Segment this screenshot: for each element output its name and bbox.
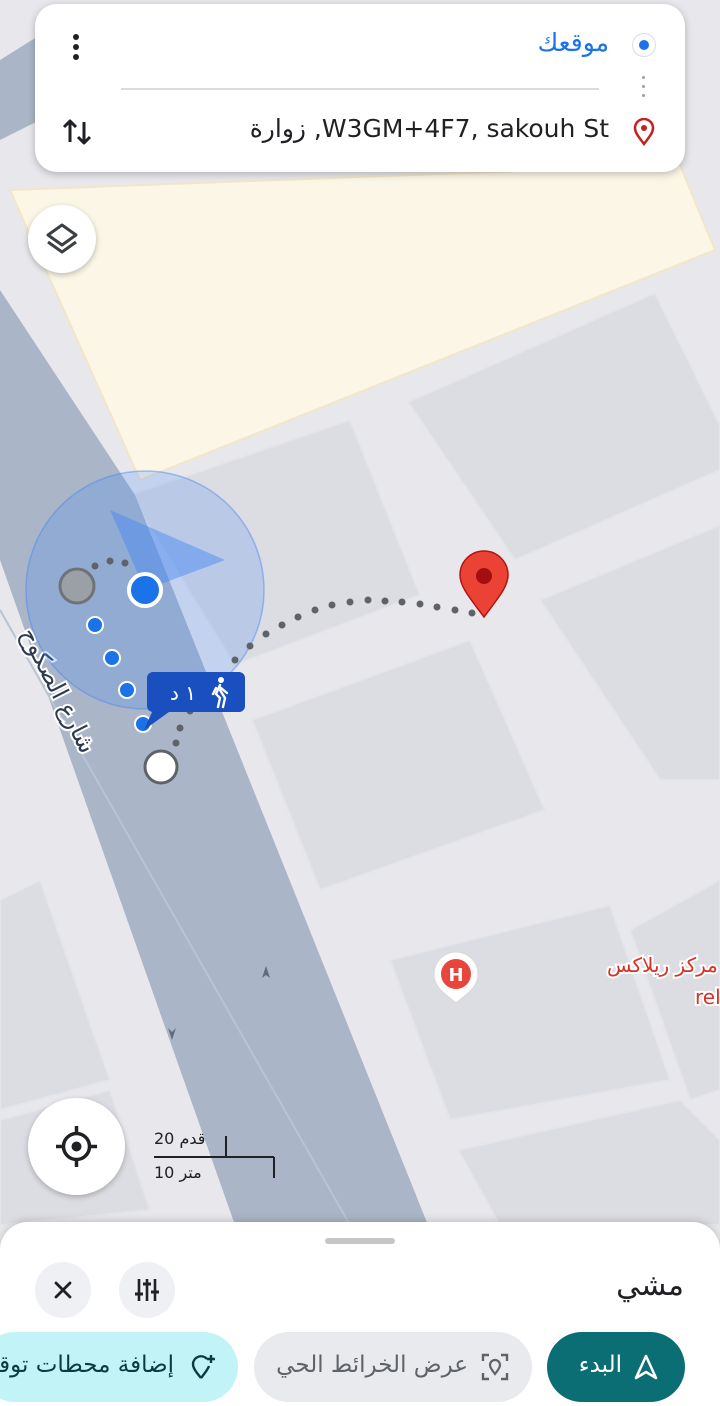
add-stops-button[interactable]: إضافة محطات توقف <box>0 1332 238 1402</box>
tune-icon <box>135 1279 159 1301</box>
route-options-button[interactable] <box>119 1262 175 1318</box>
hospital-icon: H <box>448 965 463 986</box>
destination-pin-outline-icon <box>633 118 655 146</box>
poi-label-line1: مركز ريلاكس <box>607 953 718 977</box>
close-button[interactable] <box>35 1262 91 1318</box>
map-canvas[interactable]: شارع الصكوح ١ د H مركز ريلاكس rel <box>0 0 720 1406</box>
more-options-icon[interactable] <box>61 30 91 64</box>
poi-label-line2: الطبي - relax center <box>695 985 720 1010</box>
close-icon <box>54 1281 72 1299</box>
start-label: البدء <box>578 1352 622 1378</box>
walk-time-text: ١ د <box>170 681 196 705</box>
layers-icon <box>46 223 78 254</box>
map-scale: 20 قدم 10 متر <box>152 1126 278 1186</box>
live-view-button[interactable]: عرض الخرائط الحي <box>254 1332 532 1402</box>
origin-dot-icon <box>633 34 655 56</box>
origin-label[interactable]: موقعك <box>538 28 609 57</box>
destination-row[interactable]: W3GM+4F7, sakouh St, زوارة <box>35 90 685 170</box>
scale-bar <box>154 1136 275 1178</box>
previous-location-marker <box>58 567 96 605</box>
user-location-marker <box>127 572 163 608</box>
destination-label[interactable]: W3GM+4F7, sakouh St, زوارة <box>250 114 609 143</box>
start-navigation-button[interactable]: البدء <box>547 1332 685 1402</box>
add-stops-label: إضافة محطات توقف <box>0 1352 174 1378</box>
my-location-icon <box>56 1126 97 1167</box>
drag-handle[interactable] <box>325 1238 395 1244</box>
live-view-icon <box>481 1353 509 1381</box>
origin-row[interactable]: موقعك <box>35 4 685 84</box>
navigation-arrow-icon <box>634 1354 658 1380</box>
start-point-marker <box>143 749 179 785</box>
live-view-label: عرض الخرائط الحي <box>276 1352 468 1378</box>
my-location-button[interactable] <box>28 1098 125 1195</box>
swap-vert-icon[interactable] <box>57 112 97 152</box>
route-card: موقعك W3GM+4F7, sakouh St, زوارة <box>35 4 685 172</box>
travel-mode-title: مشي <box>616 1268 684 1303</box>
layers-button[interactable] <box>28 205 96 273</box>
add-location-icon <box>191 1355 215 1379</box>
directions-bottom-sheet: مشي البدء عرض الخرائط الحي إضافة محطات ت… <box>0 1222 720 1406</box>
